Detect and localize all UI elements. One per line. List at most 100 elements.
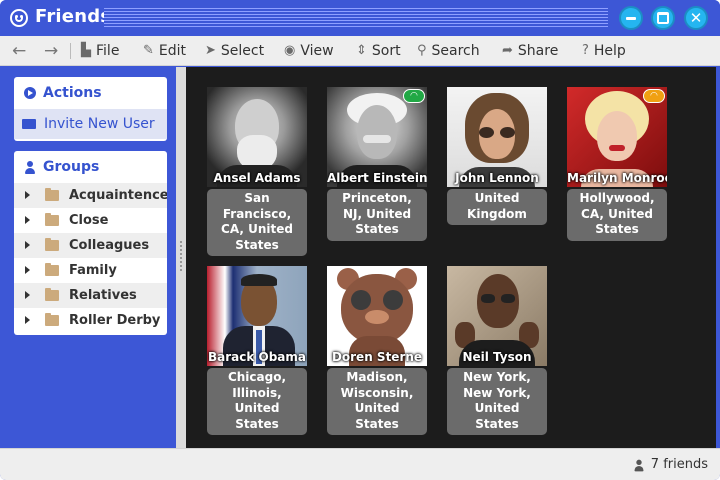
actions-panel: Actions Invite New User	[14, 77, 167, 141]
search-icon: ⚲	[417, 43, 427, 58]
play-circle-icon	[24, 87, 36, 99]
maximize-button[interactable]	[651, 6, 675, 30]
folder-icon	[45, 213, 59, 226]
menu-search[interactable]: ⚲ Search	[417, 36, 480, 66]
menu-search-label: Search	[431, 43, 480, 59]
expand-arrow-icon[interactable]	[25, 266, 30, 274]
group-label: Family	[69, 263, 117, 278]
menu-file-label: File	[96, 43, 120, 59]
window-title: Friends	[35, 6, 112, 27]
friend-location: New York, New York, United States	[447, 368, 547, 435]
menu-share-label: Share	[517, 43, 559, 59]
close-button[interactable]: ✕	[684, 6, 708, 30]
pencil-icon: ✎	[143, 43, 154, 58]
splitter-grip-icon	[180, 241, 182, 273]
actions-header[interactable]: Actions	[14, 77, 167, 109]
friend-name: John Lennon	[455, 171, 539, 185]
menu-edit-label: Edit	[158, 43, 187, 59]
minimize-button[interactable]	[619, 6, 643, 30]
friend-location: Princeton, NJ, United States	[327, 189, 427, 241]
menu-file[interactable]: ▙ File	[81, 36, 119, 66]
group-label: Roller Derby	[69, 313, 161, 328]
cursor-icon: ➤	[205, 43, 216, 58]
friend-name: Neil Tyson	[462, 350, 532, 364]
friend-location: Hollywood, CA, United States	[567, 189, 667, 241]
friend-card[interactable]: Barack Obama Chicago, Illinois, United S…	[207, 266, 307, 435]
group-item-close-friends[interactable]: Close Friends	[14, 208, 167, 253]
group-item-roller-derby[interactable]: Roller Derby	[14, 308, 167, 333]
invite-new-user-label: Invite New User	[44, 116, 155, 132]
groups-header-label: Groups	[43, 159, 100, 175]
friend-photo: Barack Obama	[207, 266, 307, 366]
arrow-right-icon[interactable]: →	[44, 36, 58, 66]
title-bar[interactable]: Friends ✕	[0, 0, 720, 36]
panel-splitter[interactable]	[176, 67, 186, 448]
friend-name: Albert Einstein	[327, 171, 427, 185]
wifi-icon: ◠	[403, 89, 425, 103]
menu-select-label: Select	[220, 43, 265, 59]
status-bar: 7 friends	[0, 448, 720, 480]
friend-name: Marilyn Monroe	[567, 171, 667, 185]
friend-location: United Kingdom	[447, 189, 547, 225]
friends-grid: Ansel Adams San Francisco, CA, United St…	[186, 67, 716, 448]
actions-header-label: Actions	[43, 85, 102, 101]
expand-arrow-icon[interactable]	[25, 316, 30, 324]
sort-icon: ⇕	[356, 43, 367, 58]
expand-arrow-icon[interactable]	[25, 291, 30, 299]
eye-icon: ◉	[284, 43, 296, 58]
minimize-icon	[626, 17, 636, 20]
friend-photo: ◠ Albert Einstein	[327, 87, 427, 187]
friend-photo: John Lennon	[447, 87, 547, 187]
menu-sort-label: Sort	[371, 43, 401, 59]
groups-header[interactable]: Groups	[14, 151, 167, 183]
menu-view[interactable]: ◉ View	[284, 36, 334, 66]
friend-count: 7 friends	[633, 449, 708, 480]
friend-location: Chicago, Illinois, United States	[207, 368, 307, 435]
smiley-icon	[10, 9, 28, 27]
folder-icon	[45, 313, 59, 326]
menu-select[interactable]: ➤ Select	[205, 36, 264, 66]
user-icon	[24, 160, 36, 174]
arrow-left-icon[interactable]: ←	[12, 36, 26, 66]
menu-help-label: Help	[593, 43, 626, 59]
group-item-family[interactable]: Family	[14, 258, 167, 283]
menu-sort[interactable]: ⇕ Sort	[356, 36, 401, 66]
wifi-icon: ◠	[643, 89, 665, 103]
folder-icon	[45, 288, 59, 301]
friend-photo: ◠ Marilyn Monroe	[567, 87, 667, 187]
menu-edit[interactable]: ✎ Edit	[143, 36, 186, 66]
menu-share[interactable]: ➦ Share	[502, 36, 558, 66]
menu-bar: ← → ▙ File ✎ Edit ➤ Select ◉ View ⇕ Sort…	[0, 36, 720, 66]
expand-arrow-icon[interactable]	[25, 191, 30, 199]
groups-panel: Groups Acquaintences Close Friends Colle…	[14, 151, 167, 335]
friend-card[interactable]: Doren Sterne Madison, Wisconsin, United …	[327, 266, 427, 435]
expand-arrow-icon[interactable]	[25, 216, 30, 224]
friend-name: Ansel Adams	[213, 171, 301, 185]
friend-name: Barack Obama	[207, 350, 307, 364]
friend-card[interactable]: John Lennon United Kingdom	[447, 87, 547, 225]
group-item-relatives[interactable]: Relatives	[14, 283, 167, 308]
group-label: Colleagues	[69, 238, 150, 253]
group-item-colleagues[interactable]: Colleagues	[14, 233, 167, 258]
friend-photo: Neil Tyson	[447, 266, 547, 366]
close-icon: ✕	[689, 9, 703, 27]
friend-photo: Doren Sterne	[327, 266, 427, 366]
friend-count-label: 7 friends	[650, 457, 708, 472]
expand-arrow-icon[interactable]	[25, 241, 30, 249]
group-item-acquaintences[interactable]: Acquaintences	[14, 183, 167, 208]
invite-new-user-button[interactable]: Invite New User	[14, 109, 167, 139]
title-drag-grip[interactable]	[104, 8, 608, 28]
group-label: Acquaintences	[69, 188, 167, 203]
friend-card[interactable]: ◠ Albert Einstein Princeton, NJ, United …	[327, 87, 427, 241]
file-icon: ▙	[81, 43, 91, 58]
friend-card[interactable]: Ansel Adams San Francisco, CA, United St…	[207, 87, 307, 256]
share-icon: ➦	[502, 43, 513, 58]
menu-view-label: View	[300, 43, 334, 59]
mail-icon	[22, 119, 36, 129]
friend-card[interactable]: ◠ Marilyn Monroe Hollywood, CA, United S…	[567, 87, 667, 241]
friend-location: Madison, Wisconsin, United States	[327, 368, 427, 435]
friend-card[interactable]: Neil Tyson New York, New York, United St…	[447, 266, 547, 435]
menu-help[interactable]: ? Help	[582, 36, 626, 66]
help-icon: ?	[582, 43, 589, 58]
folder-icon	[45, 263, 59, 276]
